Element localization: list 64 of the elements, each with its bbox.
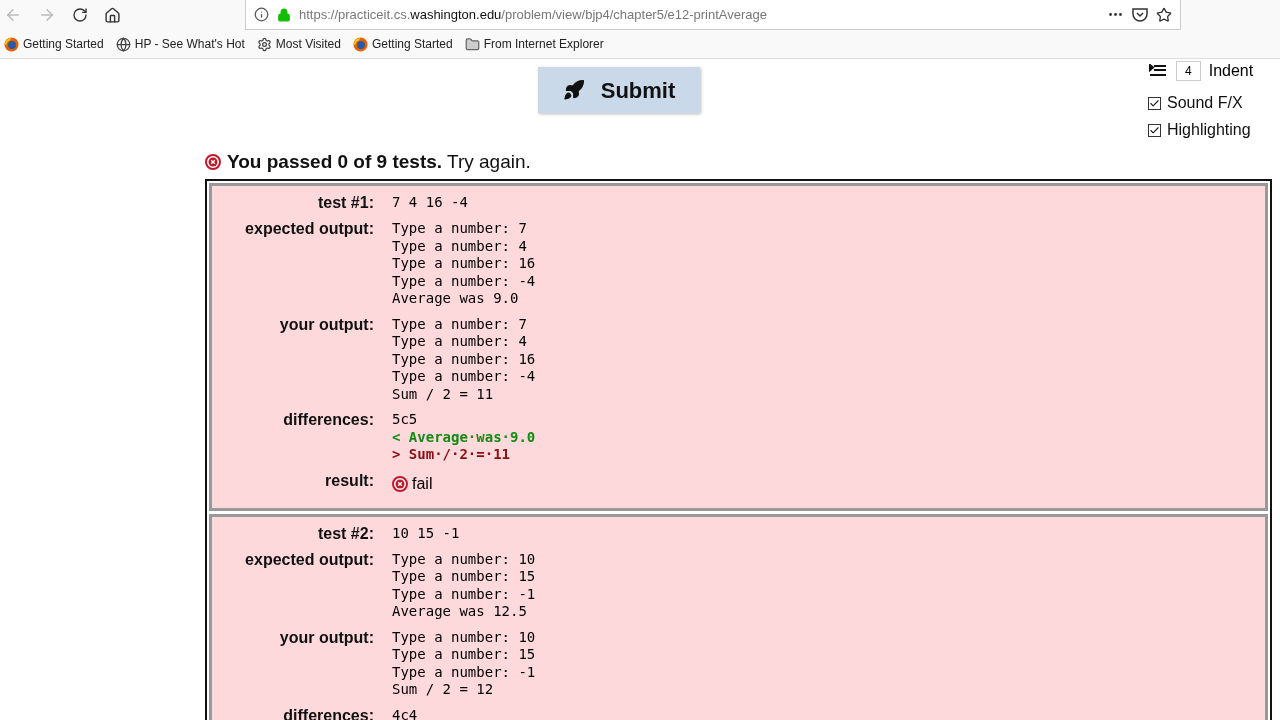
checkbox[interactable] [1148,123,1161,137]
rocket-icon [562,79,585,101]
fail-icon [392,475,408,492]
output-line: Type a number: 15 [392,568,537,586]
bookmark-item[interactable]: From Internet Explorer [464,35,604,53]
bookmark-item[interactable]: Getting Started [4,35,104,53]
firefox-icon [352,36,368,52]
output-line: Type a number: -1 [392,663,537,681]
output-line: Type a number: 10 [392,628,537,646]
field-label: result: [324,471,374,490]
field-label: your output: [278,315,374,334]
indent-value[interactable]: 4 [1176,61,1201,81]
output-line: Sum / 2 = 12 [392,681,495,699]
summary-text: You passed 0 of 9 tests. Try again. [227,149,531,174]
result-text: fail [412,473,433,494]
bookmark-item[interactable]: HP - See What's Hot [115,35,245,53]
field-label: differences: [282,411,374,429]
address-bar[interactable]: https://practiceit.cs.washington.edu/problem/view/bjp4/chapter5/e12-printAverage [245,0,1181,30]
lock-icon [277,7,291,22]
field-label: expected output: [244,550,374,569]
pocket-icon[interactable] [1132,7,1148,22]
output-line: Type a number: 4 [392,333,528,351]
firefox-icon [4,36,19,52]
output-line: Type a number: 10 [392,550,537,568]
diff-header: 4c4 [392,706,419,720]
output-line: Average was 9.0 [392,290,520,308]
diff-line: < Average·was·9.0 [392,428,537,446]
checkbox-label: Highlighting [1167,120,1251,140]
output-line: Type a number: 4 [392,237,528,255]
bookmark-star-icon[interactable] [1156,6,1172,23]
output-line: Type a number: 15 [392,646,537,664]
checkbox-label: Sound F/X [1167,93,1243,113]
url-text: https://practiceit.cs.washington.edu/problem/view/bjp4/chapter5/e12-printAverage [299,5,768,24]
output-line: Type a number: 7 [392,220,528,238]
info-icon [254,7,269,22]
output-line: Type a number: 16 [392,255,537,273]
field-label: test #2: [316,524,374,543]
bookmark-item[interactable]: Most Visited [256,35,341,53]
test-input-text: 7 4 16 -4 [392,194,469,212]
output-line: Type a number: -4 [392,368,537,386]
output-line: Type a number: 16 [392,350,537,368]
diff-line: > Sum·/·2·=·11 [392,446,511,464]
reload-button[interactable] [72,7,88,23]
submit-button[interactable]: Submit [538,67,700,113]
bookmark-item[interactable]: Getting Started [352,35,453,53]
test-input-text: 10 15 -1 [392,524,461,542]
field-label: expected output: [244,220,374,238]
output-line: Sum / 2 = 11 [392,385,495,403]
field-label: test #1: [316,194,374,212]
globe-icon [115,36,131,52]
diff-header: 5c5 [392,411,419,429]
field-label: your output: [278,628,374,647]
folder-icon [464,36,480,52]
output-line: Type a number: -1 [392,585,537,603]
indent-icon[interactable] [1148,64,1168,78]
output-line: Type a number: 7 [392,315,528,333]
output-line: Type a number: -4 [392,272,537,290]
output-line: Average was 12.5 [392,603,528,621]
fail-icon [205,154,221,170]
indent-label: Indent [1208,61,1254,81]
gear-icon [256,36,272,52]
checkbox[interactable] [1148,96,1161,110]
field-label: differences: [282,706,374,720]
home-button[interactable] [104,6,121,24]
